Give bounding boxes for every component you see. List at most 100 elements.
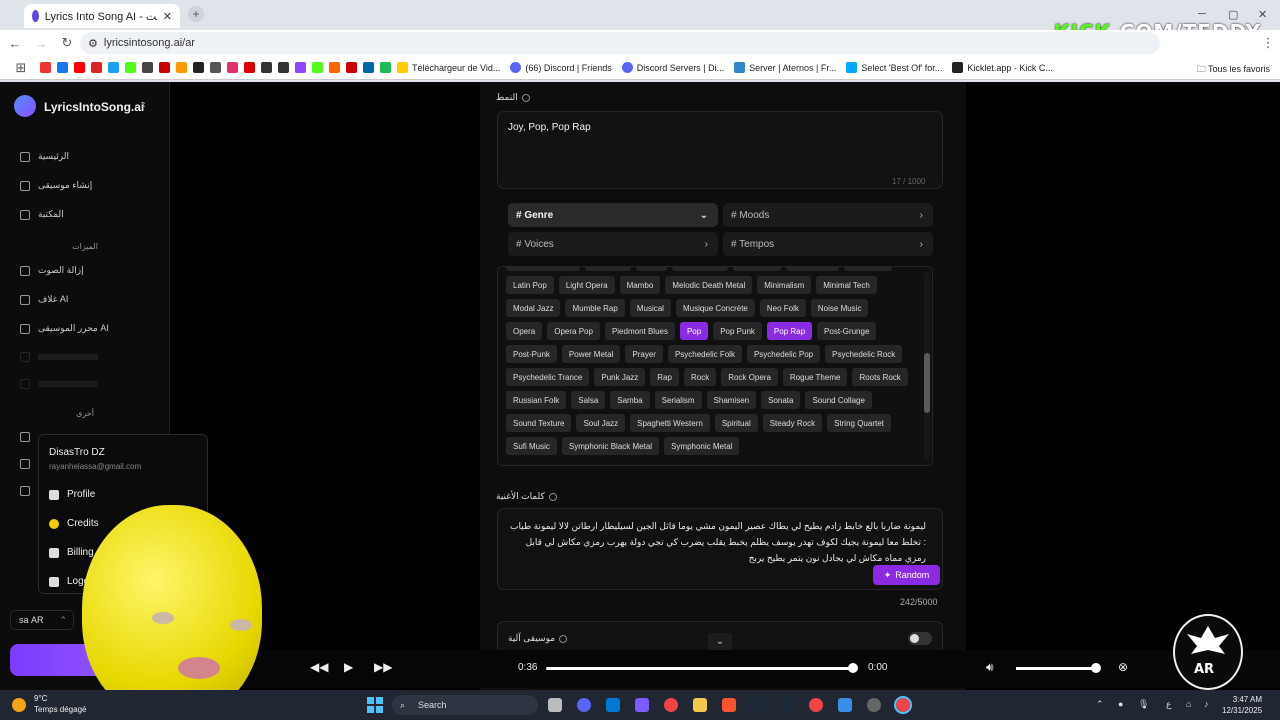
genre-tag[interactable]: Post-Grunge	[817, 322, 877, 340]
close-window-icon[interactable]: ✕	[1258, 8, 1267, 21]
close-player-icon[interactable]: ⊗	[1118, 660, 1128, 674]
genre-tag[interactable]: Pop Punk	[713, 322, 762, 340]
genre-tag[interactable]: Piedmont Blues	[604, 322, 675, 340]
genre-tag[interactable]: Musical	[629, 299, 671, 317]
taskbar-search[interactable]: ⌕ Search	[392, 695, 538, 715]
genre-tag[interactable]: Pop	[679, 322, 709, 340]
menu-item-credits[interactable]: Credits	[49, 518, 99, 529]
language-select[interactable]: sa AR ⌃	[10, 610, 74, 630]
lyrics-input-value[interactable]: ليمونة ضاربا بالع خابط زادم يطيح لي يطاك…	[506, 518, 926, 566]
genre-tag[interactable]: Spaghetti Western	[630, 414, 710, 432]
genre-tag[interactable]: Kayokyoku	[785, 267, 839, 271]
tools-icon[interactable]	[20, 432, 30, 442]
chrome-icon[interactable]	[664, 698, 678, 712]
weather-widget[interactable]: 9°C Temps dégagé	[34, 693, 86, 715]
genre-tag[interactable]: Melodic Death Metal	[665, 276, 753, 294]
bookmark-icon[interactable]	[125, 62, 136, 73]
genre-tag[interactable]: Mambo	[619, 276, 661, 294]
genre-tag[interactable]: Latin Folk	[843, 267, 893, 271]
new-tab-button[interactable]: +	[188, 6, 204, 22]
all-bookmarks-folder[interactable]: 🗀 Tous les favoris	[1197, 62, 1270, 78]
play-icon[interactable]: ▶	[344, 660, 353, 674]
genre-tag[interactable]: Sound Collage	[805, 391, 872, 409]
tag-list-scrollbar[interactable]	[924, 271, 930, 461]
genre-tag[interactable]: Rock Opera	[721, 368, 778, 386]
genre-tag[interactable]: Modal Jazz	[506, 299, 561, 317]
genre-tag[interactable]: Russian Folk	[506, 391, 567, 409]
expand-chevron-icon[interactable]: ⌄	[708, 633, 732, 651]
progress-knob[interactable]	[847, 663, 858, 673]
genre-tag[interactable]: Spiritual	[714, 414, 758, 432]
bookmark-icon[interactable]	[108, 62, 119, 73]
bookmark-icon[interactable]	[312, 62, 323, 73]
collapse-sidebar-icon[interactable]: ‹	[142, 99, 146, 111]
random-button[interactable]: ✦ Random	[873, 565, 940, 585]
bookmark-icon[interactable]	[193, 62, 204, 73]
bookmark-icon[interactable]	[176, 62, 187, 73]
genre-tag[interactable]: Psychedelic Folk	[667, 345, 742, 363]
info-icon[interactable]	[548, 492, 557, 501]
bookmark-icon[interactable]	[57, 62, 68, 73]
sidebar-item-home[interactable]: الرئيسية	[20, 151, 69, 162]
discord-icon[interactable]	[577, 698, 591, 712]
chrome-active-icon[interactable]	[894, 696, 912, 714]
genre-dropdown[interactable]: # Genre ⌄	[508, 203, 718, 227]
url-field[interactable]: ⚙ lyricsintosong.ai/ar	[80, 32, 1160, 54]
mail-icon[interactable]	[20, 486, 30, 496]
genre-tag[interactable]: Noise Music	[810, 299, 869, 317]
genre-tag[interactable]: Musique Concrète	[675, 299, 755, 317]
bookmark-icon[interactable]	[329, 62, 340, 73]
genre-tag[interactable]: Roots Rock	[852, 368, 908, 386]
genre-tag[interactable]: Punk Jazz	[594, 368, 646, 386]
tray-app-icon[interactable]: ●	[1118, 699, 1123, 709]
genre-tag[interactable]: Rock	[683, 368, 717, 386]
close-tab-icon[interactable]: ✕	[163, 10, 172, 23]
genre-tag[interactable]: Psychedelic Rock	[825, 345, 903, 363]
brand-name[interactable]: LyricsIntoSong.ai	[44, 100, 144, 114]
volume-icon[interactable]: 🔊︎	[986, 660, 994, 675]
app-icon[interactable]	[838, 698, 852, 712]
genre-tag[interactable]: Neo Folk	[759, 299, 806, 317]
fast-forward-icon[interactable]: ▶▶	[374, 660, 392, 674]
bookmark-item[interactable]: Server | Aternos | Fr...	[734, 62, 836, 73]
minimize-icon[interactable]: ─	[1198, 8, 1206, 20]
menu-item-profile[interactable]: Profile	[49, 489, 95, 500]
sidebar-item-ai-music-editor[interactable]: محرر الموسيقى AI	[20, 323, 109, 334]
style-input-value[interactable]: Joy, Pop, Pop Rap	[508, 122, 591, 133]
volume-slider[interactable]	[1016, 663, 1101, 673]
sidebar-item-library[interactable]: المكتبة	[20, 209, 64, 220]
bookmark-icon[interactable]	[210, 62, 221, 73]
bookmark-icon[interactable]	[278, 62, 289, 73]
bookmark-icon[interactable]	[363, 62, 374, 73]
start-button[interactable]	[367, 697, 383, 713]
genre-tag[interactable]: Prayer	[625, 345, 663, 363]
genre-tag[interactable]: Symphonic Metal	[664, 437, 740, 455]
browser-menu-icon[interactable]: ⋮	[1255, 35, 1280, 51]
apps-grid-icon[interactable]: ⊞	[8, 60, 34, 76]
genre-tag[interactable]: Jazz Rap	[733, 267, 781, 271]
sidebar-item-vocal-remover[interactable]: إزالة الصوت	[20, 265, 84, 276]
genre-tag[interactable]: Post-Punk	[506, 345, 557, 363]
reload-icon[interactable]: ↻	[54, 35, 80, 51]
genre-tag[interactable]: Minimal Tech	[816, 276, 877, 294]
bookmark-icon[interactable]	[159, 62, 170, 73]
genre-tag[interactable]: Shamisen	[706, 391, 757, 409]
genre-tag[interactable]: Sound Texture	[506, 414, 572, 432]
genre-tag[interactable]: Psychedelic Pop	[746, 345, 821, 363]
menu-item-billing[interactable]: Billing	[49, 547, 94, 558]
maximize-icon[interactable]: ▢	[1228, 8, 1238, 21]
progress-bar[interactable]	[546, 663, 858, 673]
genre-tag[interactable]: Mumble Rap	[565, 299, 625, 317]
genre-tag[interactable]: Symphonic Black Metal	[561, 437, 660, 455]
volume-knob[interactable]	[1091, 663, 1101, 673]
genre-tag[interactable]: Sonata	[761, 391, 801, 409]
bookmark-icon[interactable]	[142, 62, 153, 73]
genre-tag[interactable]: Psychedelic Trance	[506, 368, 590, 386]
copilot-icon[interactable]	[635, 698, 649, 712]
sidebar-item-create-music[interactable]: إنشاء موسيقى	[20, 180, 92, 191]
bookmark-icon[interactable]	[227, 62, 238, 73]
genre-tag[interactable]: Samba	[610, 391, 650, 409]
bookmark-icon[interactable]	[295, 62, 306, 73]
genre-tag[interactable]: Sufi Music	[506, 437, 557, 455]
input-language[interactable]: ع	[1166, 699, 1171, 710]
